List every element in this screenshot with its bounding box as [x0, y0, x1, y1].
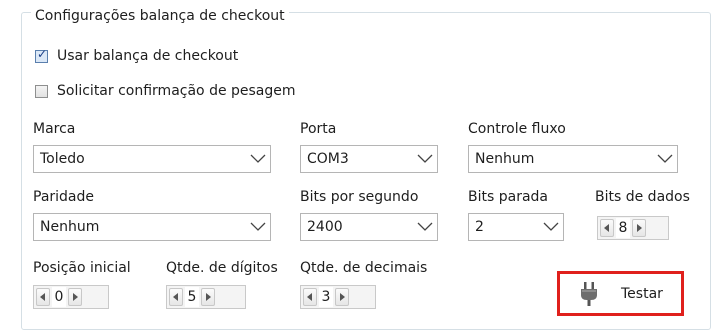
right-arrow-icon [637, 224, 642, 232]
posicao-inicial-spinner[interactable]: 0 [33, 285, 109, 309]
chevron-down-icon[interactable] [539, 214, 563, 240]
left-arrow-icon [40, 293, 45, 301]
porta-label: Porta [300, 121, 337, 137]
porta-select[interactable]: COM3 [300, 145, 438, 173]
qtde-decimais-value[interactable]: 3 [319, 287, 333, 307]
confirm-weighing-checkbox-row[interactable]: Solicitar confirmação de pesagem [35, 81, 296, 101]
bits-por-segundo-value: 2400 [307, 219, 343, 235]
right-arrow-icon [73, 293, 78, 301]
bits-de-dados-label: Bits de dados [595, 189, 690, 205]
decrement-button[interactable] [303, 288, 317, 306]
decrement-button[interactable] [36, 288, 50, 306]
test-button[interactable]: Testar [563, 277, 678, 310]
chevron-down-icon[interactable] [413, 146, 437, 172]
posicao-inicial-label: Posição inicial [33, 260, 131, 276]
chevron-down-icon[interactable] [653, 146, 677, 172]
left-arrow-icon [604, 224, 609, 232]
increment-button[interactable] [335, 288, 349, 306]
qtde-digitos-spinner[interactable]: 5 [166, 285, 246, 309]
increment-button[interactable] [68, 288, 82, 306]
qtde-digitos-value[interactable]: 5 [185, 287, 199, 307]
increment-button[interactable] [632, 219, 646, 237]
increment-button[interactable] [201, 288, 215, 306]
paridade-select[interactable]: Nenhum [33, 213, 271, 241]
porta-value: COM3 [307, 151, 349, 167]
controle-fluxo-value: Nenhum [475, 151, 535, 167]
paridade-value: Nenhum [40, 219, 100, 235]
qtde-decimais-label: Qtde. de decimais [300, 260, 428, 276]
right-arrow-icon [206, 293, 211, 301]
marca-select[interactable]: Toledo [33, 145, 271, 173]
bits-parada-select[interactable]: 2 [468, 213, 564, 241]
marca-value: Toledo [40, 151, 85, 167]
chevron-down-icon[interactable] [246, 214, 270, 240]
use-scale-checkbox-row[interactable]: ✓ Usar balança de checkout [35, 46, 238, 66]
chevron-down-icon[interactable] [413, 214, 437, 240]
bits-por-segundo-select[interactable]: 2400 [300, 213, 438, 241]
decrement-button[interactable] [600, 219, 614, 237]
chevron-down-icon[interactable] [246, 146, 270, 172]
qtde-digitos-label: Qtde. de dígitos [166, 260, 278, 276]
plug-icon [581, 281, 597, 306]
bits-parada-label: Bits parada [468, 189, 548, 205]
paridade-label: Paridade [33, 189, 95, 205]
right-arrow-icon [340, 293, 345, 301]
bits-de-dados-value[interactable]: 8 [616, 218, 630, 238]
confirm-weighing-checkbox[interactable] [35, 84, 48, 98]
qtde-decimais-spinner[interactable]: 3 [300, 285, 376, 309]
use-scale-checkbox[interactable]: ✓ [35, 46, 48, 63]
decrement-button[interactable] [169, 288, 183, 306]
group-title: Configurações balança de checkout [31, 6, 289, 26]
controle-fluxo-select[interactable]: Nenhum [468, 145, 678, 173]
left-arrow-icon [307, 293, 312, 301]
left-arrow-icon [173, 293, 178, 301]
bits-de-dados-spinner[interactable]: 8 [597, 216, 669, 240]
test-button-label: Testar [621, 285, 663, 302]
use-scale-label: Usar balança de checkout [57, 48, 239, 64]
controle-fluxo-label: Controle fluxo [468, 121, 566, 137]
bits-parada-value: 2 [475, 219, 484, 235]
check-icon: ✓ [36, 46, 48, 61]
marca-label: Marca [33, 121, 76, 137]
bits-por-segundo-label: Bits por segundo [300, 189, 419, 205]
confirm-weighing-label: Solicitar confirmação de pesagem [57, 83, 296, 99]
posicao-inicial-value[interactable]: 0 [52, 287, 66, 307]
